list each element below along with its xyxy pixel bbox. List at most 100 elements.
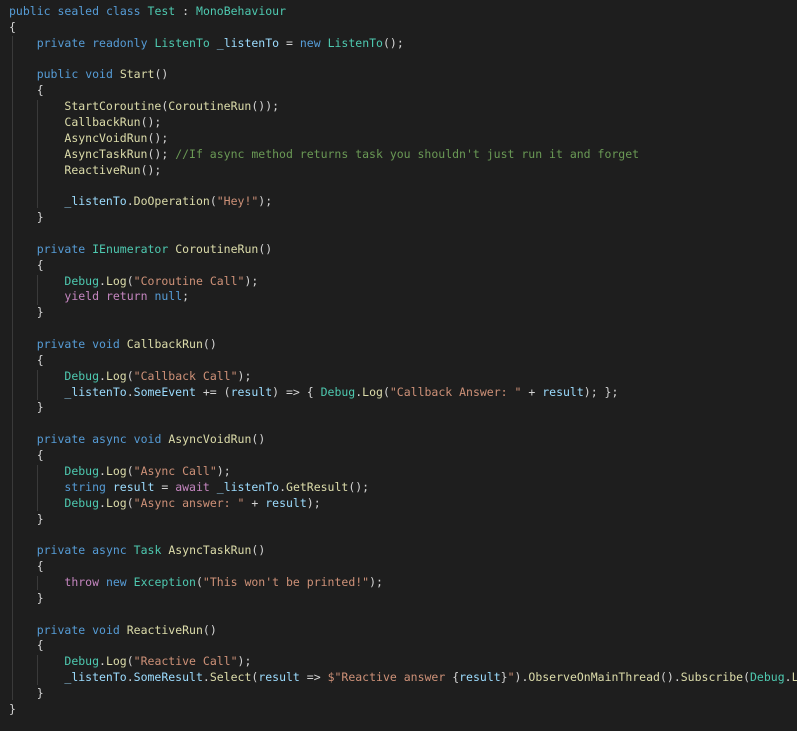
code-token: async [92, 432, 127, 447]
code-token: } [9, 685, 44, 700]
code-token: Start [119, 67, 155, 82]
code-token: . [99, 495, 106, 510]
code-token: ); [306, 495, 321, 510]
code-line: ​ [9, 52, 797, 68]
code-token: result [265, 495, 307, 510]
code-token: { [9, 19, 16, 34]
code-token: () [251, 543, 266, 558]
code-token: Subscribe [680, 670, 744, 685]
code-line: ​ [9, 178, 797, 194]
code-line: Debug.Log("Callback Call"); [9, 369, 797, 385]
code-token: "Reactive Call" [133, 654, 238, 669]
code-token: . [126, 670, 134, 685]
code-token: _listenTo [64, 670, 127, 685]
code-token: Test [147, 4, 176, 18]
code-token: CallbackRun [126, 337, 203, 352]
code-token: ReactiveRun [64, 162, 141, 177]
code-token: { [9, 83, 44, 98]
code-token: AsyncTaskRun [64, 146, 148, 161]
code-token: private [36, 241, 86, 256]
code-token: Log [105, 273, 127, 288]
code-token: . [279, 479, 287, 494]
code-token: "Coroutine Call" [133, 273, 245, 288]
code-line: string result = await _listenTo.GetResul… [9, 480, 797, 496]
code-token: AsyncVoidRun [168, 432, 252, 447]
code-token: " [507, 670, 515, 685]
code-line: private async void AsyncVoidRun() [9, 432, 797, 448]
code-line: Debug.Log("Async answer: " + result); [9, 496, 797, 512]
code-token: ( [126, 273, 134, 288]
code-content[interactable]: public sealed class Test : MonoBehaviour… [9, 4, 797, 718]
code-token: sealed [57, 4, 100, 18]
code-line: ​ [9, 226, 797, 242]
code-token: Debug [750, 670, 785, 685]
code-token: { [9, 448, 44, 463]
code-token: _listenTo [64, 194, 127, 209]
code-token: Log [791, 670, 797, 685]
code-token: yield [64, 289, 100, 304]
code-token: CoroutineRun [168, 99, 252, 114]
code-line: { [9, 448, 797, 464]
code-token: void [92, 622, 120, 637]
code-line: } [9, 591, 797, 607]
code-token: (). [659, 670, 681, 685]
code-token: private [36, 622, 86, 637]
code-token: class [105, 4, 141, 18]
code-token: private [36, 543, 86, 558]
code-editor[interactable]: public sealed class Test : MonoBehaviour… [0, 0, 797, 731]
code-token: result [459, 670, 501, 685]
code-token: . [784, 670, 792, 685]
code-token: ( [126, 368, 134, 383]
code-token: IEnumerator [92, 241, 169, 256]
code-token: ListenTo [327, 35, 383, 50]
code-token: ); [244, 273, 259, 288]
code-token: ()); [251, 99, 280, 114]
code-line: Debug.Log("Reactive Call"); [9, 654, 797, 670]
code-token: MonoBehaviour [196, 4, 287, 18]
code-token: "Async answer: " [133, 495, 245, 510]
code-line: throw new Exception("This won't be print… [9, 575, 797, 591]
code-token: . [99, 463, 106, 478]
code-token: () [154, 67, 169, 82]
code-token: ); [369, 574, 383, 589]
code-token: Task [133, 543, 162, 558]
code-token: += ( [195, 384, 231, 399]
code-line: { [9, 20, 797, 36]
code-token: { [9, 638, 44, 653]
code-token: Debug [64, 273, 100, 288]
code-token: } [9, 511, 44, 526]
code-token: DoOperation [133, 194, 210, 209]
code-line: AsyncVoidRun(); [9, 131, 797, 147]
code-line: StartCoroutine(CoroutineRun()); [9, 99, 797, 115]
code-token: Exception [133, 574, 196, 589]
code-token: Debug [64, 368, 100, 383]
code-token: Debug [64, 495, 100, 510]
code-line: public sealed class Test : MonoBehaviour [9, 4, 797, 20]
code-line: private async Task AsyncTaskRun() [9, 543, 797, 559]
code-line: } [9, 305, 797, 321]
code-token: Log [362, 384, 383, 399]
code-token: ); }; [583, 384, 619, 399]
code-token: ( [126, 654, 134, 669]
code-token: } [9, 400, 44, 415]
code-line: { [9, 258, 797, 274]
